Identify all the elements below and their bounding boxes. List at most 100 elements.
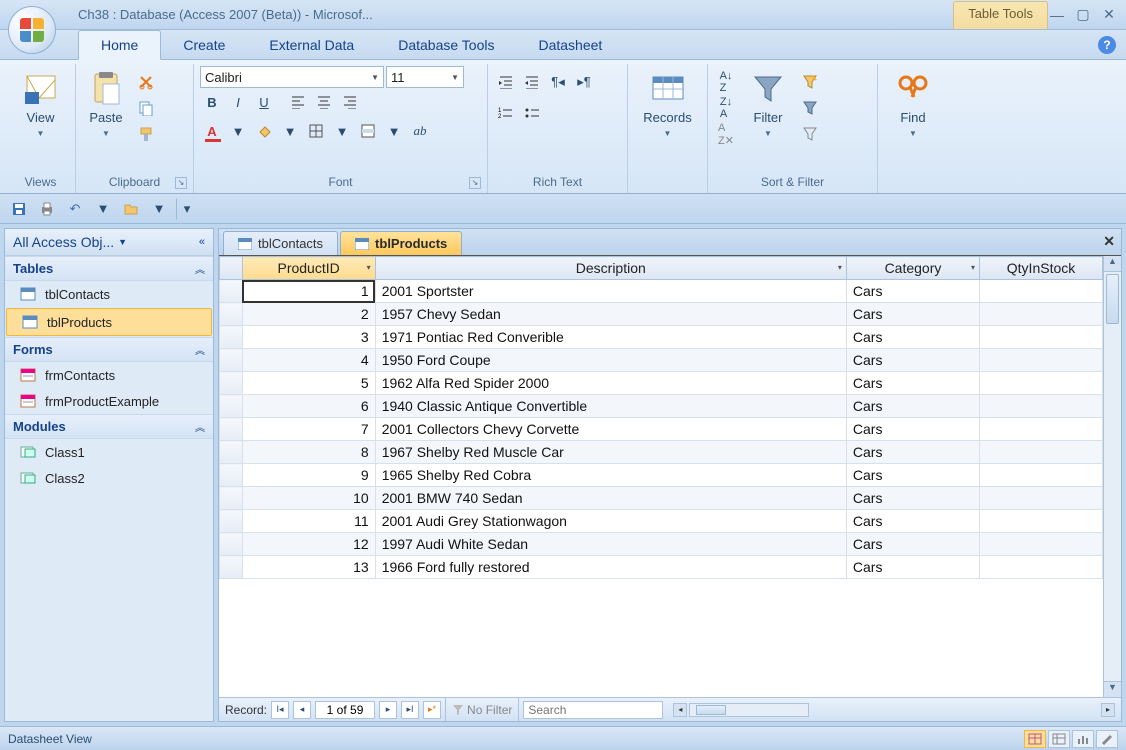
- cell-productid[interactable]: 10: [242, 487, 375, 510]
- cell-productid[interactable]: 13: [242, 556, 375, 579]
- cell-description[interactable]: 2001 Sportster: [375, 280, 846, 303]
- table-row[interactable]: 51962 Alfa Red Spider 2000Cars: [220, 372, 1103, 395]
- clear-sort-button[interactable]: AZ✕: [714, 122, 738, 146]
- cell-description[interactable]: 1965 Shelby Red Cobra: [375, 464, 846, 487]
- copy-button[interactable]: [134, 96, 158, 120]
- align-right-button[interactable]: [338, 90, 362, 114]
- design-view-button[interactable]: [1096, 730, 1118, 748]
- italic-button[interactable]: I: [226, 90, 250, 114]
- font-size-combo[interactable]: 11▼: [386, 66, 464, 88]
- cell-productid[interactable]: 7: [242, 418, 375, 441]
- numbering-button[interactable]: 12: [494, 101, 518, 125]
- cell-description[interactable]: 1950 Ford Coupe: [375, 349, 846, 372]
- table-row[interactable]: 131966 Ford fully restoredCars: [220, 556, 1103, 579]
- next-record-button[interactable]: ▸: [379, 701, 397, 719]
- table-row[interactable]: 72001 Collectors Chevy CorvetteCars: [220, 418, 1103, 441]
- cell-category[interactable]: Cars: [846, 326, 979, 349]
- cell-category[interactable]: Cars: [846, 280, 979, 303]
- table-row[interactable]: 31971 Pontiac Red ConveribleCars: [220, 326, 1103, 349]
- rtl-button[interactable]: ▸¶: [572, 70, 596, 94]
- datasheet-view-button[interactable]: [1024, 730, 1046, 748]
- col-category[interactable]: Category▾: [846, 257, 979, 280]
- toggle-filter-button[interactable]: [798, 122, 822, 146]
- open-drop[interactable]: ▼: [148, 198, 170, 220]
- cell-qtyinstock[interactable]: [980, 441, 1103, 464]
- decrease-indent-button[interactable]: [494, 70, 518, 94]
- cell-category[interactable]: Cars: [846, 533, 979, 556]
- row-selector[interactable]: [220, 464, 243, 487]
- sort-asc-button[interactable]: A↓Z: [714, 70, 738, 94]
- nav-item-frmproductexample[interactable]: frmProductExample: [5, 388, 213, 414]
- search-input[interactable]: [523, 701, 663, 719]
- align-left-button[interactable]: [286, 90, 310, 114]
- prev-record-button[interactable]: ◂: [293, 701, 311, 719]
- cell-productid[interactable]: 8: [242, 441, 375, 464]
- increase-indent-button[interactable]: [520, 70, 544, 94]
- close-button[interactable]: ✕: [1100, 8, 1118, 22]
- row-selector[interactable]: [220, 441, 243, 464]
- row-selector[interactable]: [220, 326, 243, 349]
- close-tab-button[interactable]: ✕: [1103, 233, 1115, 250]
- underline-button[interactable]: U: [252, 90, 276, 114]
- row-selector[interactable]: [220, 418, 243, 441]
- row-selector[interactable]: [220, 533, 243, 556]
- cell-qtyinstock[interactable]: [980, 349, 1103, 372]
- cell-description[interactable]: 2001 Collectors Chevy Corvette: [375, 418, 846, 441]
- cut-button[interactable]: [134, 70, 158, 94]
- fill-color-button[interactable]: [252, 119, 276, 143]
- cell-qtyinstock[interactable]: [980, 303, 1103, 326]
- alt-row-drop[interactable]: ▼: [382, 119, 406, 143]
- cell-productid[interactable]: 9: [242, 464, 375, 487]
- cell-productid[interactable]: 11: [242, 510, 375, 533]
- row-selector[interactable]: [220, 280, 243, 303]
- tab-datasheet[interactable]: Datasheet: [516, 31, 624, 59]
- undo-button[interactable]: ↶: [64, 198, 86, 220]
- table-row[interactable]: 112001 Audi Grey StationwagonCars: [220, 510, 1103, 533]
- cell-qtyinstock[interactable]: [980, 395, 1103, 418]
- fill-color-drop[interactable]: ▼: [278, 119, 302, 143]
- bullets-button[interactable]: [520, 101, 544, 125]
- row-selector[interactable]: [220, 487, 243, 510]
- col-qtyinstock[interactable]: QtyInStock: [980, 257, 1103, 280]
- cell-category[interactable]: Cars: [846, 441, 979, 464]
- print-button[interactable]: [36, 198, 58, 220]
- restore-button[interactable]: ▢: [1074, 8, 1092, 22]
- cell-qtyinstock[interactable]: [980, 487, 1103, 510]
- cell-qtyinstock[interactable]: [980, 372, 1103, 395]
- table-row[interactable]: 121997 Audi White SedanCars: [220, 533, 1103, 556]
- table-row[interactable]: 91965 Shelby Red CobraCars: [220, 464, 1103, 487]
- cell-qtyinstock[interactable]: [980, 510, 1103, 533]
- cell-qtyinstock[interactable]: [980, 464, 1103, 487]
- bold-button[interactable]: B: [200, 90, 224, 114]
- cell-productid[interactable]: 4: [242, 349, 375, 372]
- undo-drop[interactable]: ▼: [92, 198, 114, 220]
- find-button[interactable]: Find ▼: [884, 66, 942, 142]
- vertical-scrollbar[interactable]: ▲▼: [1103, 256, 1121, 697]
- pivot-chart-view-button[interactable]: [1072, 730, 1094, 748]
- help-icon[interactable]: ?: [1098, 36, 1116, 54]
- cell-productid[interactable]: 5: [242, 372, 375, 395]
- cell-productid[interactable]: 2: [242, 303, 375, 326]
- row-selector-header[interactable]: [220, 257, 243, 280]
- row-selector[interactable]: [220, 395, 243, 418]
- cell-category[interactable]: Cars: [846, 349, 979, 372]
- cell-description[interactable]: 1967 Shelby Red Muscle Car: [375, 441, 846, 464]
- row-selector[interactable]: [220, 372, 243, 395]
- row-selector[interactable]: [220, 510, 243, 533]
- cell-productid[interactable]: 3: [242, 326, 375, 349]
- cell-description[interactable]: 1966 Ford fully restored: [375, 556, 846, 579]
- record-position-input[interactable]: [315, 701, 375, 719]
- tab-database-tools[interactable]: Database Tools: [376, 31, 516, 59]
- nav-item-frmcontacts[interactable]: frmContacts: [5, 362, 213, 388]
- doc-tab-tblcontacts[interactable]: tblContacts: [223, 231, 338, 255]
- cell-description[interactable]: 1971 Pontiac Red Converible: [375, 326, 846, 349]
- table-row[interactable]: 61940 Classic Antique ConvertibleCars: [220, 395, 1103, 418]
- gridlines-drop[interactable]: ▼: [330, 119, 354, 143]
- table-row[interactable]: 12001 SportsterCars: [220, 280, 1103, 303]
- font-color-drop[interactable]: ▼: [226, 119, 250, 143]
- tab-create[interactable]: Create: [161, 31, 247, 59]
- records-button[interactable]: Records ▼: [634, 66, 701, 142]
- font-name-combo[interactable]: Calibri▼: [200, 66, 384, 88]
- text-format-button[interactable]: ab: [408, 119, 432, 143]
- tab-home[interactable]: Home: [78, 30, 161, 60]
